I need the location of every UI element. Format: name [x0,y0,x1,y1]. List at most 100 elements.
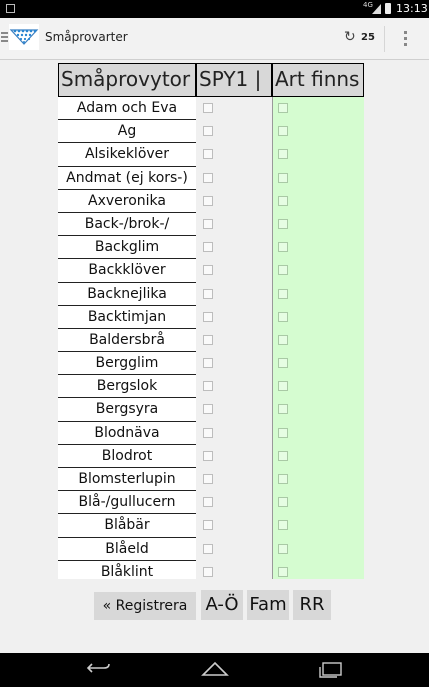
art-finns-checkbox[interactable] [278,520,288,531]
art-finns-checkbox[interactable] [278,242,288,253]
species-name: Ag [58,120,196,144]
spy1-checkbox[interactable] [203,334,213,345]
app-title: Småprovarter [45,30,128,44]
spy1-cell [196,375,272,399]
art-finns-checkbox[interactable] [278,497,288,508]
art-finns-checkbox[interactable] [278,474,288,484]
art-finns-checkbox[interactable] [278,265,288,276]
table-row: Ag [58,120,364,144]
species-name: Andmat (ej kors-) [58,166,196,190]
art-finns-checkbox[interactable] [278,358,288,369]
species-name: Blåklint [58,560,196,579]
back-icon[interactable] [86,661,112,677]
spy1-cell [196,328,272,353]
spy1-checkbox[interactable] [203,242,213,253]
header-art-finns: Art finns [272,63,364,97]
table-row: Blåeld [58,537,364,561]
art-finns-checkbox[interactable] [278,311,288,322]
spy1-checkbox[interactable] [203,497,213,508]
table-row: Blodrot [58,444,364,468]
art-finns-checkbox[interactable] [278,427,288,438]
spy1-checkbox[interactable] [203,265,213,276]
species-name: Adam och Eva [58,97,196,121]
species-name: Backklöver [58,259,196,283]
art-finns-cell [272,468,364,492]
navigation-bar [0,653,429,687]
spy1-checkbox[interactable] [203,450,213,461]
battery-icon [385,3,391,14]
sort-a-o-button[interactable]: A-Ö [201,590,243,620]
art-finns-checkbox[interactable] [278,195,288,206]
spy1-checkbox[interactable] [203,474,213,484]
art-finns-cell [272,398,364,422]
art-finns-checkbox[interactable] [278,172,288,183]
register-button[interactable]: « Registrera [94,592,196,620]
table-row: Blodnäva [58,421,364,445]
spy1-cell [196,398,272,422]
table-row: Andmat (ej kors-) [58,166,364,190]
spy1-cell [196,468,272,492]
spy1-checkbox[interactable] [203,288,213,299]
art-finns-checkbox[interactable] [278,381,288,392]
art-finns-checkbox[interactable] [278,149,288,160]
spy1-checkbox[interactable] [203,311,213,322]
spy1-checkbox[interactable] [203,195,213,206]
species-name: Axveronika [58,189,196,213]
art-finns-cell [272,514,364,538]
spy1-checkbox[interactable] [203,381,213,392]
species-table: Småprovytor SPY1 | Art finns Adam och Ev… [58,61,364,579]
spy1-cell [196,212,272,237]
table-body: Adam och Eva Ag Alsikeklöver Andmat (ej kor… [58,97,364,579]
sync-icon[interactable]: ↻ [344,30,356,44]
art-finns-checkbox[interactable] [278,288,288,299]
spy1-checkbox[interactable] [203,520,213,531]
status-bar: 4G 13:13 [0,0,429,18]
table-row: Blomsterlupin [58,468,364,492]
signal-icon [372,4,381,14]
spy1-cell [196,282,272,306]
art-finns-checkbox[interactable] [278,543,288,554]
art-finns-cell [272,328,364,353]
art-finns-cell [272,421,364,445]
spy1-checkbox[interactable] [203,566,213,577]
art-finns-cell [272,97,364,121]
species-name: Baldersbrå [58,328,196,353]
spy1-checkbox[interactable] [203,358,213,369]
art-finns-cell [272,259,364,283]
art-finns-cell [272,444,364,468]
spy1-checkbox[interactable] [203,172,213,183]
art-finns-checkbox[interactable] [278,218,288,229]
spy1-checkbox[interactable] [203,103,213,113]
art-finns-checkbox[interactable] [278,450,288,461]
species-name: Blodrot [58,444,196,468]
species-name: Backtimjan [58,305,196,329]
spy1-checkbox[interactable] [203,126,213,137]
table-row: Blåklint [58,560,364,579]
art-finns-cell [272,537,364,561]
rr-button[interactable]: RR [293,590,331,620]
spy1-checkbox[interactable] [203,427,213,438]
menu-icon[interactable] [1,32,8,44]
header-spy1: SPY1 | [196,63,272,97]
table-row: Back-/brok-/ [58,212,364,237]
spy1-cell [196,120,272,144]
spy1-checkbox[interactable] [203,543,213,554]
art-finns-checkbox[interactable] [278,126,288,137]
art-finns-checkbox[interactable] [278,103,288,113]
spy1-checkbox[interactable] [203,149,213,160]
home-icon[interactable] [201,660,229,678]
overflow-menu-icon[interactable] [404,31,408,47]
species-name: Blomsterlupin [58,468,196,492]
art-finns-cell [272,212,364,237]
species-name: Backnejlika [58,282,196,306]
art-finns-checkbox[interactable] [278,334,288,345]
art-finns-checkbox[interactable] [278,404,288,415]
table-row: Blå-/gullucern [58,491,364,515]
spy1-checkbox[interactable] [203,218,213,229]
art-finns-checkbox[interactable] [278,566,288,577]
spy1-cell [196,305,272,329]
family-button[interactable]: Fam [247,590,289,620]
recent-apps-icon[interactable] [318,662,344,678]
spy1-cell [196,537,272,561]
spy1-checkbox[interactable] [203,404,213,415]
